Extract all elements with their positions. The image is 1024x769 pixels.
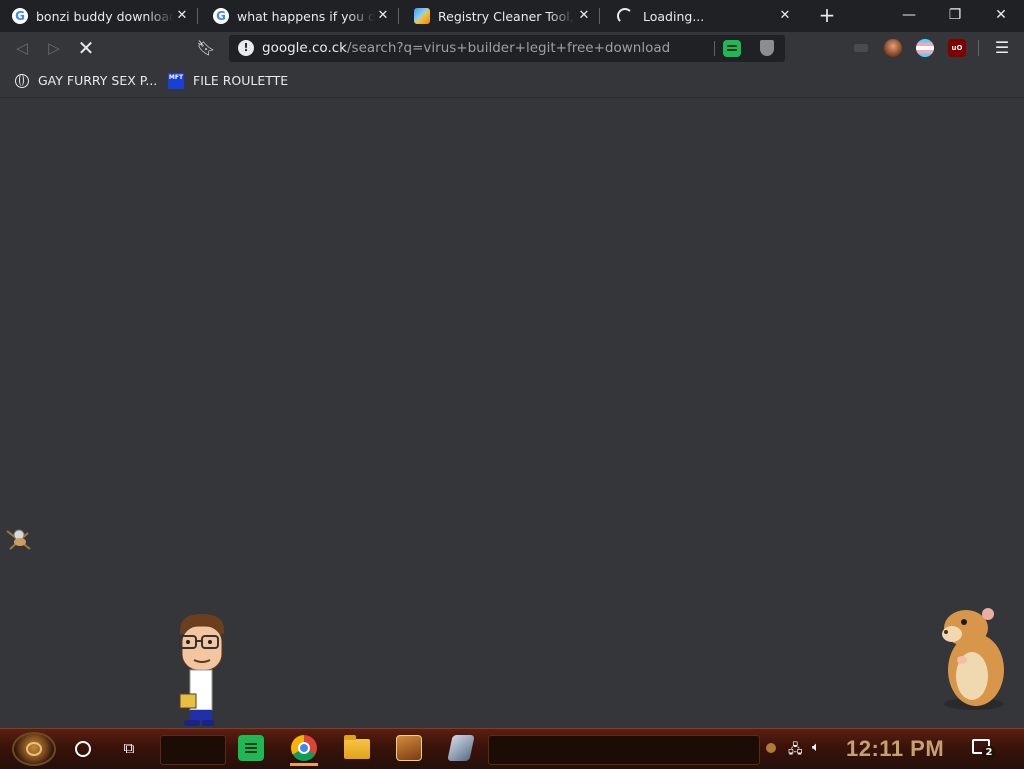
bookmark-item[interactable]: MFT FILE ROULETTE (168, 64, 288, 97)
mft-icon: MFT (168, 72, 184, 89)
desktop-hamster-character[interactable] (938, 604, 1008, 712)
close-window-button[interactable]: ✕ (978, 0, 1024, 30)
start-button[interactable] (12, 732, 56, 766)
back-button[interactable]: ◁ (8, 32, 36, 64)
page-content-area (0, 98, 1024, 728)
loading-spinner-icon (617, 8, 633, 24)
site-info-icon[interactable]: ! (238, 40, 254, 56)
volume-muted-icon[interactable]: 🔈︎ (812, 740, 820, 755)
furry-game-app-icon[interactable] (396, 735, 422, 761)
tab-close-icon[interactable]: ✕ (777, 8, 793, 24)
stop-loading-button[interactable]: ✕ (72, 32, 100, 64)
desktop-bug-icon[interactable] (4, 527, 34, 553)
bookmark-label: GAY FURRY SEX P... (38, 73, 158, 88)
url-text[interactable]: google.co.ck/search?q=virus+builder+legi… (262, 40, 670, 56)
cortana-search-icon[interactable] (75, 741, 91, 757)
tab-title: Registry Cleaner Tool, Download (438, 8, 576, 24)
taskbar-empty-area (488, 735, 760, 765)
tab-separator (599, 8, 600, 24)
desktop-character-man[interactable] (172, 612, 232, 728)
hidden-extension-icon[interactable] (854, 44, 868, 52)
forward-button[interactable]: ▷ (40, 32, 68, 64)
tab-separator (197, 8, 198, 24)
tab-title: bonzi buddy download free (36, 8, 174, 24)
bookmark-icon[interactable]: 🔖︎ (192, 32, 220, 64)
glass-app-icon[interactable] (447, 735, 475, 761)
trans-flag-extension-icon[interactable] (916, 39, 934, 57)
globe-icon (15, 73, 29, 88)
tab-close-icon[interactable]: ✕ (174, 8, 190, 24)
windows-taskbar: ⧉ 🖧 🔈︎ 12:11 PM 2 (0, 728, 1024, 769)
url-path: /search?q=virus+builder+legit+free+downl… (346, 40, 671, 56)
tab-registry-cleaner[interactable]: Registry Cleaner Tool, Download ✕ (402, 0, 600, 32)
profile-avatar-icon[interactable] (884, 39, 902, 57)
bookmark-label: FILE ROULETTE (193, 73, 289, 88)
running-indicator (290, 763, 318, 766)
restore-button[interactable]: ❐ (932, 0, 978, 30)
browser-menu-button[interactable]: ☰ (992, 32, 1012, 64)
registry-cleaner-icon (414, 8, 430, 24)
notification-count-badge: 2 (982, 746, 996, 760)
tab-title: what happens if you delete system32 (237, 8, 375, 24)
bookmarks-bar: GAY FURRY SEX P... MFT FILE ROULETTE (0, 64, 1024, 98)
tab-loading[interactable]: Loading... ✕ (603, 0, 801, 32)
omnibox-divider (714, 41, 715, 56)
taskbar-search-box[interactable] (160, 735, 226, 765)
chrome-app-icon[interactable] (291, 735, 317, 761)
tray-gear-icon[interactable] (766, 743, 776, 753)
tab-title: Loading... (643, 8, 705, 24)
spotify-app-icon[interactable] (238, 735, 264, 761)
task-view-icon[interactable]: ⧉ (120, 740, 138, 757)
new-tab-button[interactable]: + (815, 4, 839, 28)
tab-bonzi-buddy[interactable]: G bonzi buddy download free ✕ (0, 0, 198, 32)
bookmark-item[interactable]: GAY FURRY SEX P... (15, 64, 157, 97)
taskbar-clock[interactable]: 12:11 PM (846, 735, 944, 763)
toolbar-divider (978, 40, 979, 56)
tab-close-icon[interactable]: ✕ (375, 8, 391, 24)
green-extension-icon[interactable] (723, 40, 741, 57)
file-explorer-icon[interactable] (344, 735, 370, 759)
tab-close-icon[interactable]: ✕ (576, 8, 592, 24)
tab-separator (398, 8, 399, 24)
google-icon: G (12, 8, 28, 24)
minimize-button[interactable]: — (886, 0, 932, 30)
tab-strip: G bonzi buddy download free ✕ G what hap… (0, 0, 1024, 32)
ublock-origin-icon[interactable]: uO (948, 39, 966, 57)
tab-system32[interactable]: G what happens if you delete system32 ✕ (201, 0, 399, 32)
google-icon: G (213, 8, 229, 24)
network-icon[interactable]: 🖧 (788, 740, 803, 762)
shield-extension-icon[interactable] (760, 40, 774, 56)
url-host: google.co.ck (262, 40, 347, 56)
address-bar[interactable]: ! google.co.ck/search?q=virus+builder+le… (229, 35, 785, 62)
